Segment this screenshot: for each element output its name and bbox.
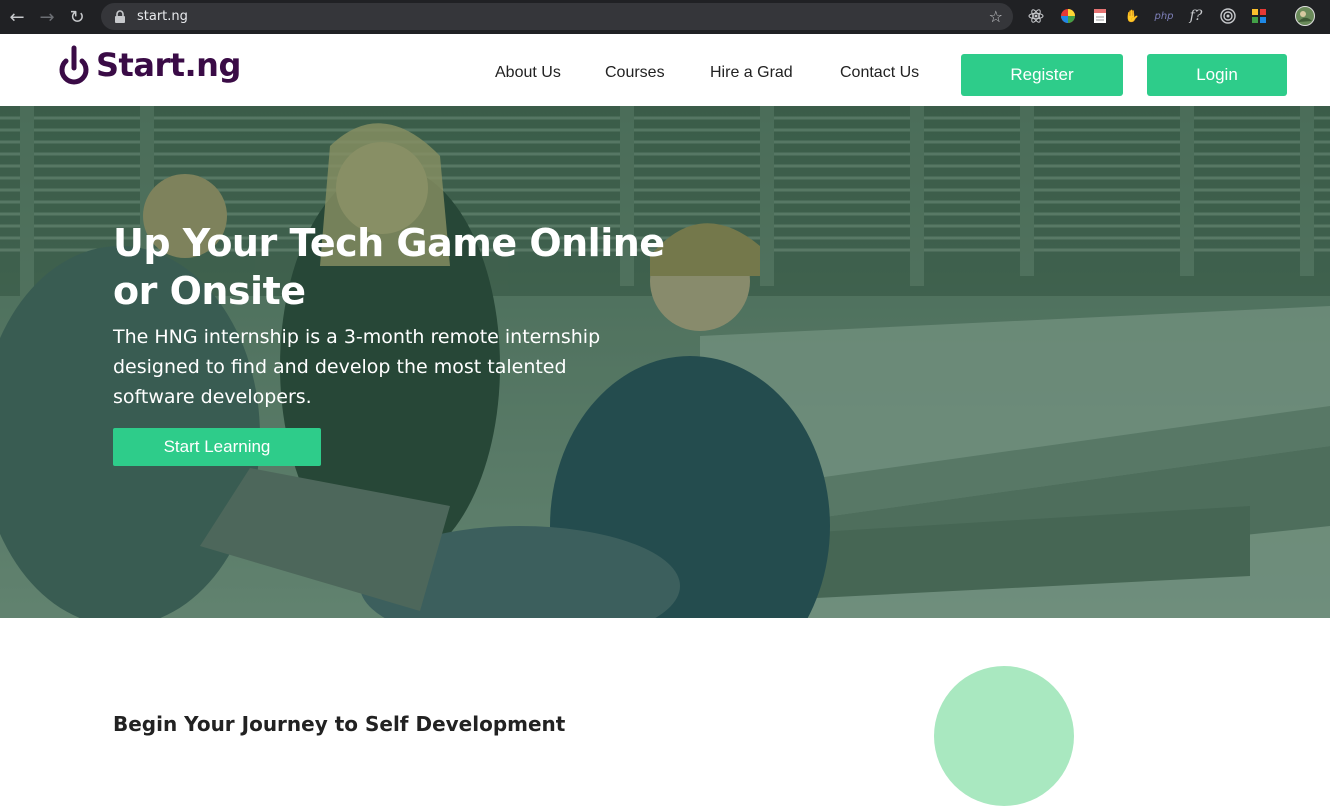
forward-icon[interactable]: → xyxy=(34,4,60,30)
site-header: Start.ng About Us Courses Hire a Grad Co… xyxy=(0,34,1330,106)
register-button[interactable]: Register xyxy=(961,54,1123,96)
lock-icon xyxy=(115,9,125,23)
hero-title: Up Your Tech Game Online or Onsite xyxy=(113,221,665,313)
reload-icon[interactable]: ↻ xyxy=(64,4,90,30)
color-picker-icon[interactable] xyxy=(1059,7,1077,25)
target-icon[interactable] xyxy=(1219,7,1237,25)
decorative-circle xyxy=(934,666,1074,806)
nav-about-us[interactable]: About Us xyxy=(495,64,561,82)
url-text: start.ng xyxy=(137,9,188,24)
notes-icon[interactable] xyxy=(1091,7,1109,25)
grid-icon[interactable] xyxy=(1250,7,1268,25)
star-icon[interactable]: ☆ xyxy=(989,7,1003,26)
profile-avatar[interactable] xyxy=(1295,6,1315,26)
react-devtools-icon[interactable] xyxy=(1027,7,1045,25)
hand-icon[interactable]: ✋ xyxy=(1123,7,1141,25)
formula-icon[interactable]: f? xyxy=(1187,7,1205,25)
hero-subtitle: The HNG internship is a 3-month remote i… xyxy=(113,326,601,408)
address-bar[interactable]: start.ng ☆ xyxy=(101,3,1013,30)
php-icon[interactable]: php xyxy=(1154,7,1173,25)
login-button[interactable]: Login xyxy=(1147,54,1287,96)
nav-contact-us[interactable]: Contact Us xyxy=(840,64,919,82)
section-title: Begin Your Journey to Self Development xyxy=(113,712,566,736)
logo-text: Start.ng xyxy=(96,46,241,84)
back-icon[interactable]: ← xyxy=(4,4,30,30)
browser-toolbar: ← → ↻ start.ng ☆ ✋ php f? xyxy=(0,0,1330,34)
nav-hire-a-grad[interactable]: Hire a Grad xyxy=(710,64,793,82)
site-logo[interactable]: Start.ng xyxy=(56,44,241,86)
start-learning-button[interactable]: Start Learning xyxy=(113,428,321,466)
nav-courses[interactable]: Courses xyxy=(605,64,665,82)
power-icon xyxy=(59,45,89,85)
hero-section: Up Your Tech Game Online or Onsite The H… xyxy=(0,106,1330,618)
